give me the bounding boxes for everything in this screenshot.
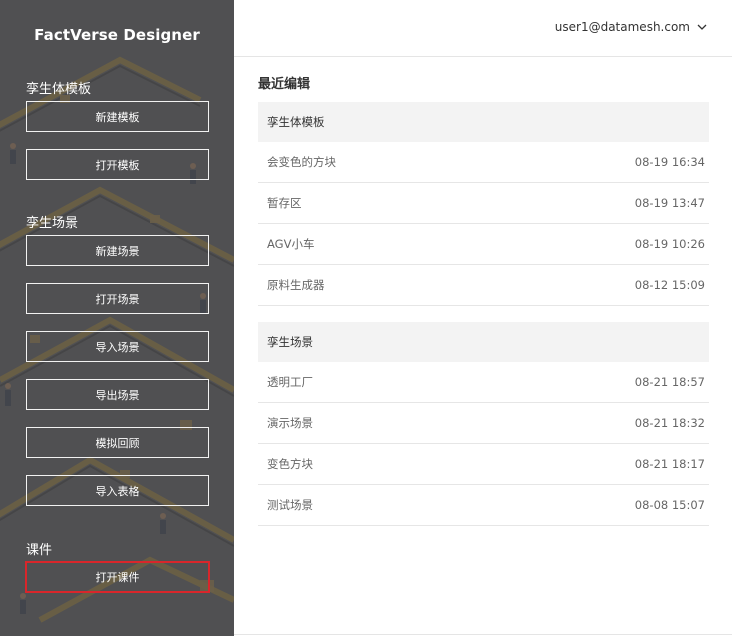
section-title-courseware: 课件 bbox=[26, 543, 53, 558]
list-item[interactable]: 变色方块 08-21 18:17 bbox=[258, 444, 709, 485]
import-table-button[interactable]: 导入表格 bbox=[26, 475, 209, 506]
list-item[interactable]: 会变色的方块 08-19 16:34 bbox=[258, 142, 709, 183]
list-item[interactable]: 测试场景 08-08 15:07 bbox=[258, 485, 709, 526]
list-item[interactable]: AGV小车 08-19 10:26 bbox=[258, 224, 709, 265]
item-name: 变色方块 bbox=[267, 457, 313, 471]
chevron-down-icon[interactable] bbox=[696, 21, 708, 33]
list-item[interactable]: 演示场景 08-21 18:32 bbox=[258, 403, 709, 444]
list-item[interactable]: 暂存区 08-19 13:47 bbox=[258, 183, 709, 224]
main-content: 最近编辑 孪生体模板 会变色的方块 08-19 16:34 暂存区 08-19 … bbox=[234, 58, 732, 636]
item-name: 原料生成器 bbox=[267, 278, 325, 292]
new-scene-button[interactable]: 新建场景 bbox=[26, 235, 209, 266]
group-header-scenes: 孪生场景 bbox=[258, 322, 709, 362]
open-scene-button[interactable]: 打开场景 bbox=[26, 283, 209, 314]
list-item[interactable]: 原料生成器 08-12 15:09 bbox=[258, 265, 709, 306]
app-window: FactVerse Designer 孪生体模板 新建模板 打开模板 孪生场景 … bbox=[0, 0, 732, 636]
item-time: 08-21 18:17 bbox=[634, 457, 705, 471]
item-time: 08-19 10:26 bbox=[634, 237, 705, 251]
recent-templates-group: 孪生体模板 会变色的方块 08-19 16:34 暂存区 08-19 13:47… bbox=[258, 102, 709, 306]
app-title: FactVerse Designer bbox=[34, 26, 200, 44]
sidebar: FactVerse Designer 孪生体模板 新建模板 打开模板 孪生场景 … bbox=[0, 0, 234, 636]
item-time: 08-21 18:32 bbox=[634, 416, 705, 430]
recent-edits-title: 最近编辑 bbox=[258, 77, 311, 92]
user-email: user1@datamesh.com bbox=[554, 20, 690, 34]
user-menu[interactable]: user1@datamesh.com bbox=[555, 20, 708, 34]
new-template-button[interactable]: 新建模板 bbox=[26, 101, 209, 132]
open-courseware-button[interactable]: 打开课件 bbox=[25, 561, 210, 593]
recent-scenes-group: 孪生场景 透明工厂 08-21 18:57 演示场景 08-21 18:32 变… bbox=[258, 322, 709, 526]
item-name: 测试场景 bbox=[267, 498, 313, 512]
item-time: 08-08 15:07 bbox=[634, 498, 705, 512]
item-name: 透明工厂 bbox=[267, 375, 313, 389]
section-title-scenes: 孪生场景 bbox=[26, 216, 79, 231]
export-scene-button[interactable]: 导出场景 bbox=[26, 379, 209, 410]
sidebar-content: FactVerse Designer 孪生体模板 新建模板 打开模板 孪生场景 … bbox=[0, 0, 234, 636]
import-scene-button[interactable]: 导入场景 bbox=[26, 331, 209, 362]
item-name: AGV小车 bbox=[267, 237, 315, 251]
open-template-button[interactable]: 打开模板 bbox=[26, 149, 209, 180]
bottom-divider bbox=[234, 634, 732, 635]
simulation-review-button[interactable]: 模拟回顾 bbox=[26, 427, 209, 458]
item-name: 会变色的方块 bbox=[267, 155, 336, 169]
group-header-templates: 孪生体模板 bbox=[258, 102, 709, 142]
header: user1@datamesh.com bbox=[234, 0, 732, 57]
item-time: 08-19 13:47 bbox=[634, 196, 705, 210]
item-name: 演示场景 bbox=[267, 416, 313, 430]
section-title-templates: 孪生体模板 bbox=[26, 82, 92, 97]
item-time: 08-21 18:57 bbox=[634, 375, 705, 389]
item-time: 08-19 16:34 bbox=[634, 155, 705, 169]
list-item[interactable]: 透明工厂 08-21 18:57 bbox=[258, 362, 709, 403]
item-time: 08-12 15:09 bbox=[634, 278, 705, 292]
item-name: 暂存区 bbox=[267, 196, 302, 210]
